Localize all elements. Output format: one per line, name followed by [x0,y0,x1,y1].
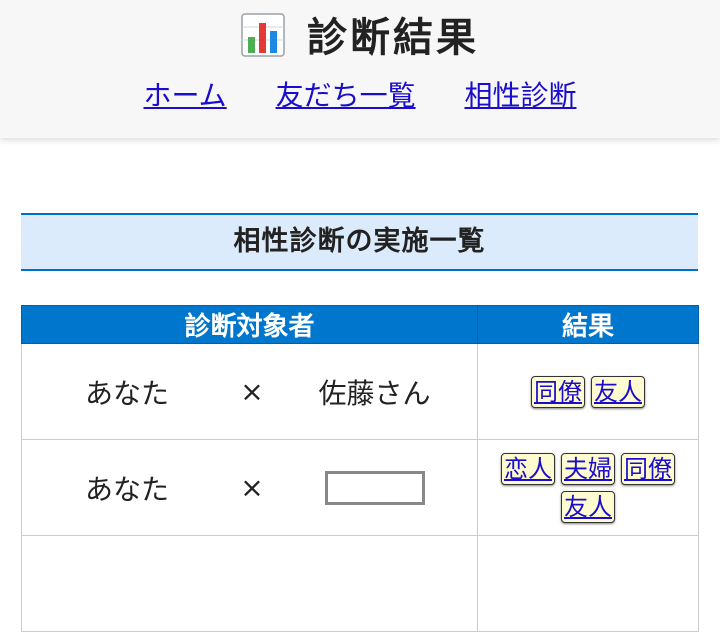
result-cell: 恋人 夫婦 同僚 友人 [477,439,699,536]
column-header-targets: 診断対象者 [21,305,478,344]
main-nav: ホーム 友だち一覧 相性診断 [0,76,720,116]
result-tag[interactable]: 同僚 [531,375,585,408]
pair-separator: × [240,471,264,504]
page-title-text: 診断結果 [307,15,479,61]
bar-chart-icon [241,13,285,57]
result-tag[interactable]: 恋人 [501,452,555,485]
section-heading: 相性診断の実施一覧 [21,213,698,271]
pair-cell: あなた × 佐藤さん [21,343,478,440]
pair-cell [21,535,478,632]
pair-cell: あなた × [21,439,478,536]
result-tag[interactable]: 友人 [591,375,645,408]
person1-name: あなた [84,376,169,410]
table-row: あなた × 佐藤さん 同僚 友人 [21,343,699,440]
person2-name: 佐藤さん [318,376,431,410]
blank-name-box [324,471,425,505]
result-tag[interactable]: 友人 [561,490,615,523]
table-row [21,535,699,632]
result-tag[interactable]: 同僚 [621,452,675,485]
nav-link-compatibility[interactable]: 相性診断 [464,79,576,112]
page-header: 診断結果 ホーム 友だち一覧 相性診断 [0,0,720,138]
person1-name: あなた [84,472,169,506]
column-header-results: 結果 [477,305,699,344]
page-title: 診断結果 [0,12,720,64]
result-tag[interactable]: 夫婦 [561,452,615,485]
nav-link-home[interactable]: ホーム [143,79,226,112]
nav-link-friends-list[interactable]: 友だち一覧 [276,79,416,112]
result-cell [477,535,699,632]
result-cell: 同僚 友人 [477,343,699,440]
diagnosis-table: 診断対象者 結果 あなた × 佐藤さん 同僚 友人 あなた × 恋人 夫婦 同僚… [21,305,699,632]
table-row: あなた × 恋人 夫婦 同僚 友人 [21,439,699,536]
pair-separator: × [240,375,264,408]
